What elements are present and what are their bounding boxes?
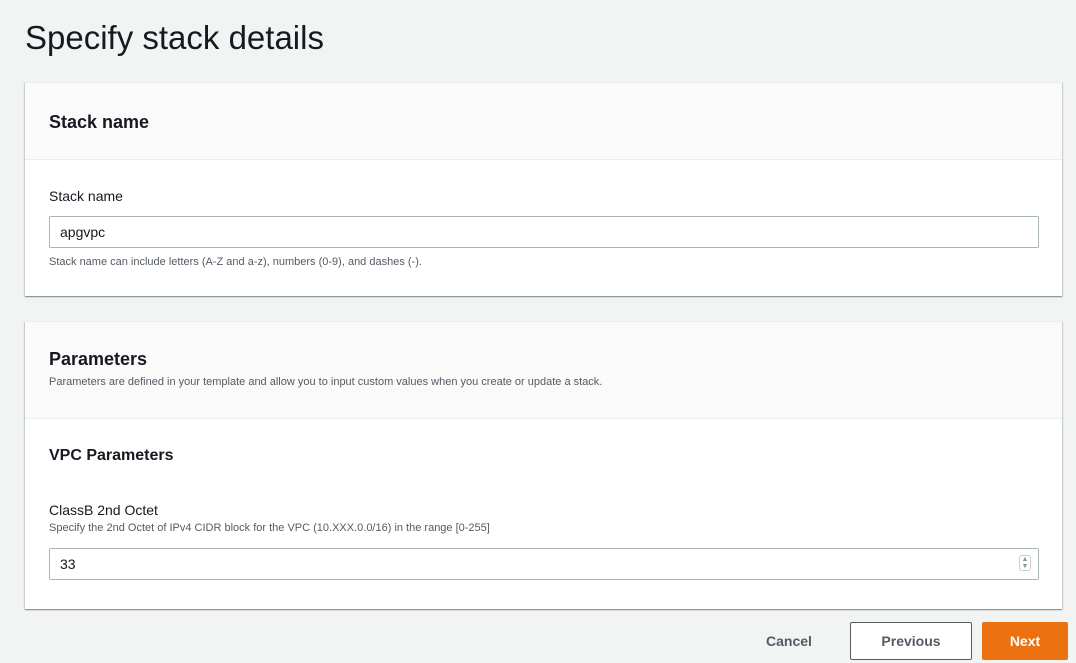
previous-button[interactable]: Previous (850, 622, 972, 660)
stack-name-hint: Stack name can include letters (A-Z and … (49, 256, 422, 268)
classb-octet-label: ClassB 2nd Octet (49, 502, 158, 518)
stepper-up-icon[interactable]: ▲ (1020, 556, 1030, 563)
stack-name-panel: Stack name Stack name Stack name can inc… (25, 82, 1062, 296)
stack-name-panel-header: Stack name (25, 83, 1062, 160)
stepper-down-icon[interactable]: ▼ (1020, 563, 1030, 570)
page-title: Specify stack details (25, 19, 324, 56)
parameters-heading: Parameters (49, 349, 148, 369)
stack-name-label: Stack name (49, 188, 123, 204)
classb-octet-field: ▲ ▼ (49, 548, 1039, 580)
parameters-description: Parameters are defined in your template … (49, 376, 603, 388)
classb-octet-input[interactable] (49, 548, 1039, 580)
vpc-parameters-heading: VPC Parameters (49, 447, 174, 464)
classb-octet-description: Specify the 2nd Octet of IPv4 CIDR block… (49, 522, 490, 534)
stack-name-input[interactable] (49, 216, 1039, 248)
parameters-panel: Parameters Parameters are defined in you… (25, 321, 1062, 609)
cancel-button[interactable]: Cancel (740, 622, 838, 660)
parameters-panel-header: Parameters Parameters are defined in you… (25, 322, 1062, 419)
up-down-stepper-icon[interactable]: ▲ ▼ (1019, 555, 1031, 571)
next-button[interactable]: Next (982, 622, 1068, 660)
stack-name-heading: Stack name (49, 112, 150, 132)
